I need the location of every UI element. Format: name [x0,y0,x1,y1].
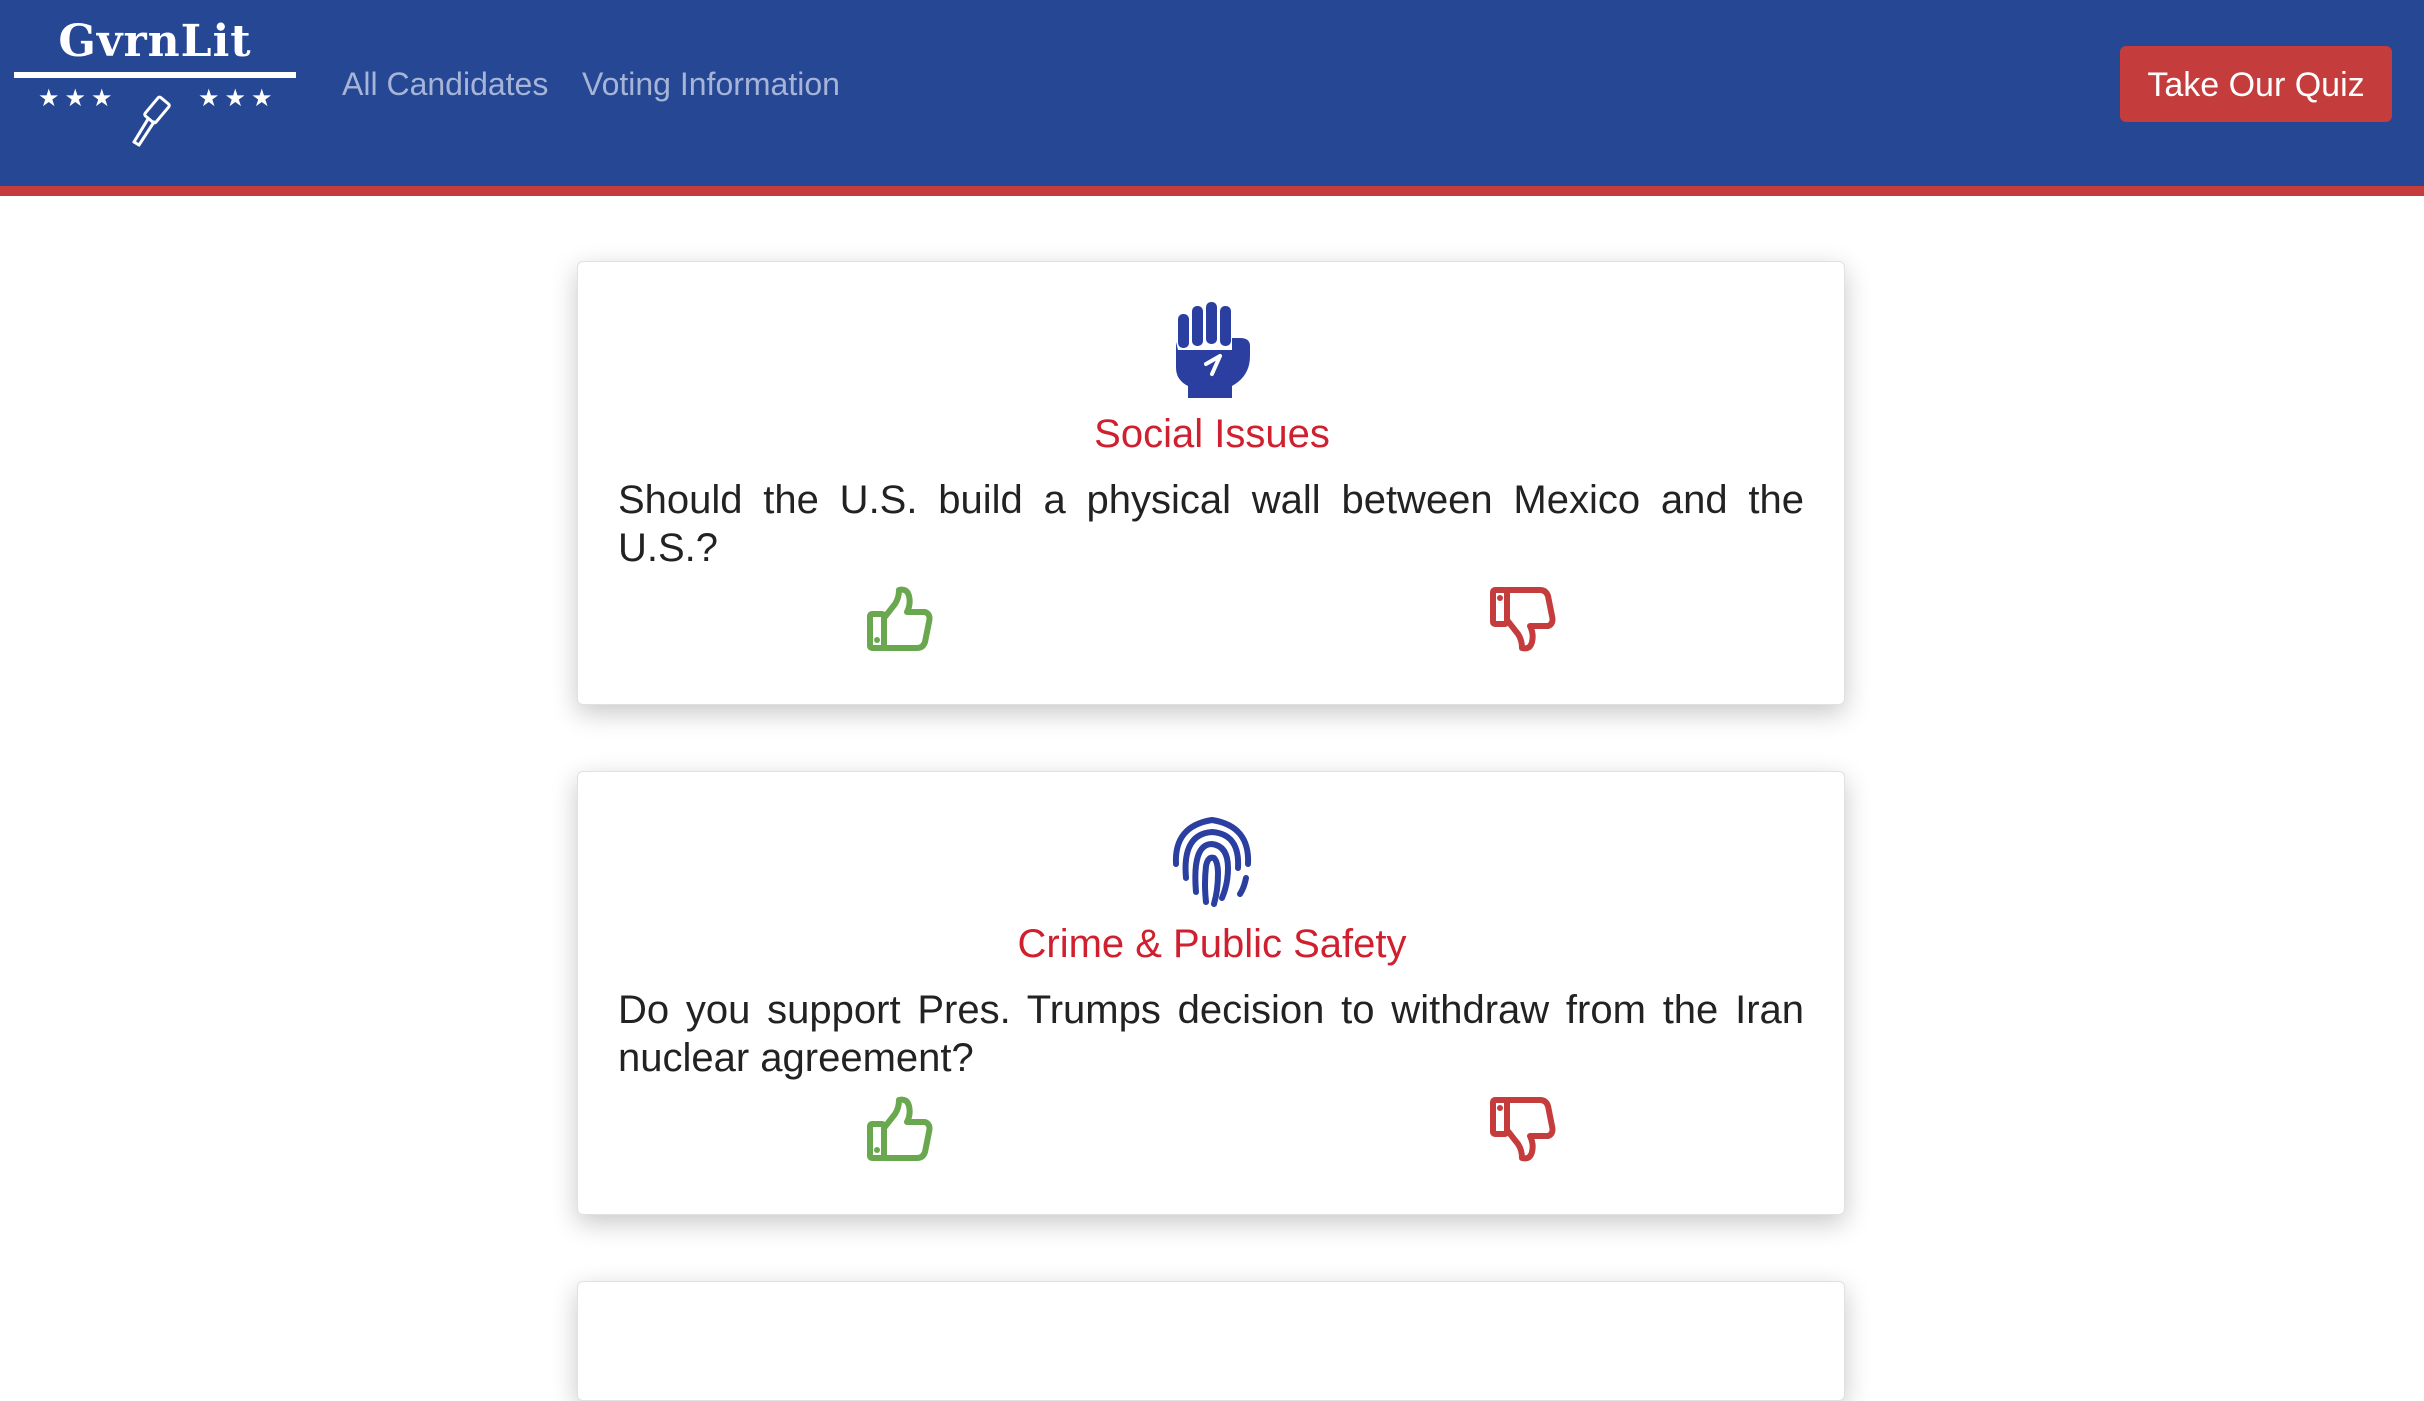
thumbs-up-icon [867,1096,933,1161]
nav-voting-information[interactable]: Voting Information [582,62,840,106]
agree-button[interactable] [865,1094,935,1164]
question-text: Should the U.S. build a physical wall be… [618,478,1804,570]
agree-button[interactable] [865,584,935,654]
nav-all-candidates[interactable]: All Candidates [342,62,548,106]
brand-stars-left: ★★★ [38,85,118,112]
issue-card [577,1281,1845,1401]
take-quiz-button[interactable]: Take Our Quiz [2120,46,2392,122]
brand-name: GvrnLit [58,16,252,67]
brand-stars-right: ★★★ [198,85,278,112]
question-text: Do you support Pres. Trumps decision to … [618,988,1804,1080]
brand-logo[interactable]: GvrnLit ★★★ ★★★ [14,14,296,149]
issue-card: Social Issues Should the U.S. build a ph… [577,261,1845,705]
topic-title: Crime & Public Safety [1017,922,1407,966]
thumbs-down-icon [1490,587,1556,652]
topic-title: Social Issues [1094,412,1330,456]
issue-card: Crime & Public Safety Do you support Pre… [577,771,1845,1215]
disagree-button[interactable] [1488,1094,1558,1164]
raised-fist-icon [1176,302,1250,398]
top-navbar: GvrnLit ★★★ ★★★ All Candidates Voting In… [0,0,2424,196]
thumbs-up-icon [867,586,933,651]
thumbs-down-icon [1490,1097,1556,1162]
gavel-icon [132,95,171,147]
brand-underline [14,72,296,78]
disagree-button[interactable] [1488,584,1558,654]
fingerprint-icon [1172,816,1252,907]
